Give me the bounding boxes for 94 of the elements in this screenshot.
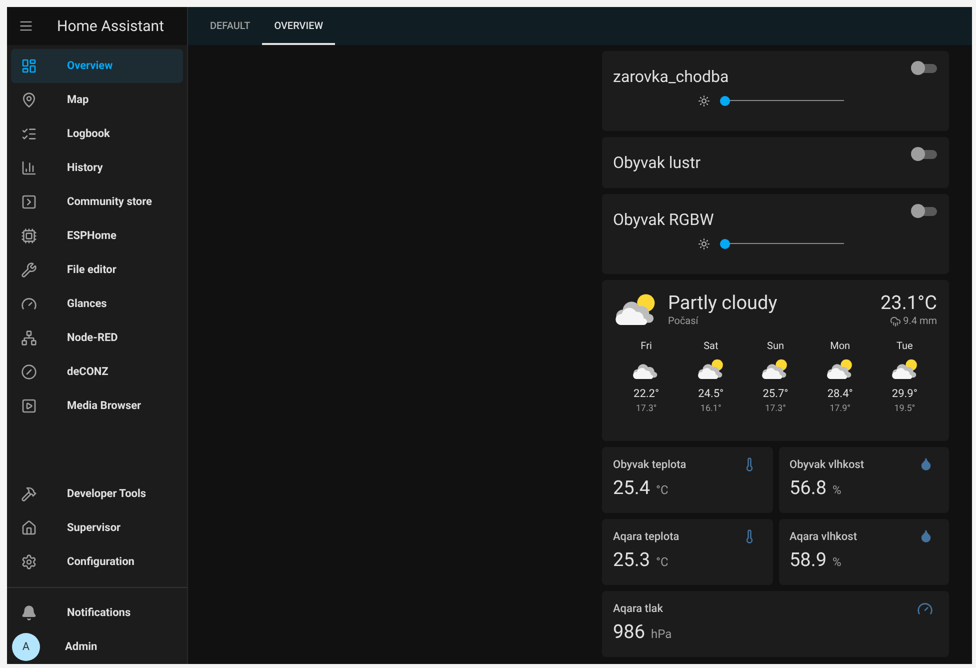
forecast-day: Tue <box>896 339 913 354</box>
sensor-unit: °C <box>656 482 668 498</box>
sidebar-item[interactable]: Node-RED <box>11 321 183 355</box>
droplet-icon <box>919 457 933 471</box>
sensor-name: Obyvak vlhkost <box>790 457 864 473</box>
app-title: Home Assistant <box>57 16 164 37</box>
droplet-icon <box>919 529 933 543</box>
weather-condition: Partly cloudy <box>668 292 778 314</box>
map-pin-icon <box>21 92 37 108</box>
light-name: Obyvak lustr <box>613 152 701 174</box>
weather-name: Počasí <box>668 315 700 329</box>
tab[interactable]: DEFAULT <box>198 7 262 45</box>
weather-temperature: 23.1°C <box>880 292 937 314</box>
brightness-slider[interactable] <box>720 96 844 106</box>
forecast-day: Sun <box>767 339 784 354</box>
sidebar-item[interactable]: History <box>11 151 183 185</box>
sensor-value: 25.3 <box>613 546 650 572</box>
tab[interactable]: OVERVIEW <box>262 7 336 45</box>
toggle-switch[interactable] <box>911 147 937 161</box>
slashed-circle-icon <box>21 364 37 380</box>
sidebar-item[interactable]: ESPHome <box>11 219 183 253</box>
sidebar-item[interactable]: Logbook <box>11 117 183 151</box>
brightness-icon <box>698 95 710 107</box>
network-icon <box>21 330 37 346</box>
sensor-unit: °C <box>656 554 668 570</box>
sensor-value: 58.9 <box>790 546 827 572</box>
brightness-icon <box>698 238 710 250</box>
sensor-name: Aqara tlak <box>613 601 663 617</box>
sun-cloud-icon <box>696 358 725 380</box>
toggle-switch[interactable] <box>911 61 937 75</box>
sidebar-item[interactable]: Supervisor <box>11 511 183 545</box>
sensor-card[interactable]: Aqara teplota 25.3 °C <box>602 519 772 585</box>
sensor-card[interactable]: Aqara tlak 986 hPa <box>602 591 949 657</box>
light-name: Obyvak RGBW <box>613 209 714 231</box>
sensor-name: Aqara teplota <box>613 529 680 545</box>
forecast-high: 22.2° <box>634 386 660 402</box>
hammer-icon <box>21 486 37 502</box>
sun-cloud-icon <box>761 358 790 380</box>
forecast-high: 24.5° <box>698 386 724 402</box>
sun-cloud-icon <box>890 358 919 380</box>
light-name: zarovka_chodba <box>613 66 729 88</box>
play-square-icon <box>21 398 37 414</box>
sidebar-item[interactable]: Configuration <box>11 545 183 579</box>
menu-icon[interactable] <box>19 19 33 33</box>
precipitation: 9.4 mm <box>903 315 937 329</box>
sensor-card[interactable]: Obyvak teplota 25.4 °C <box>602 447 772 513</box>
bell-icon <box>21 605 37 621</box>
user-name: Admin <box>65 638 98 655</box>
house-icon <box>21 520 37 536</box>
forecast-low: 19.5° <box>894 402 916 416</box>
sensor-value: 25.4 <box>613 474 650 500</box>
sidebar-item[interactable]: File editor <box>11 253 183 287</box>
list-icon <box>21 126 37 142</box>
sensor-name: Aqara vlhkost <box>790 529 857 545</box>
sun-cloud-icon <box>826 358 854 380</box>
sidebar-item[interactable]: Media Browser <box>11 389 183 423</box>
gauge-icon <box>917 601 933 617</box>
sensor-unit: hPa <box>651 626 672 642</box>
sensor-card[interactable]: Obyvak vlhkost 56.8 % <box>778 447 949 513</box>
forecast-low: 17.3° <box>636 402 657 416</box>
forecast-day: Sat <box>704 339 718 354</box>
sensor-value: 56.8 <box>790 474 827 500</box>
wrench-icon <box>21 262 37 278</box>
forecast-low: 17.9° <box>830 402 851 416</box>
settings-icon <box>21 554 37 570</box>
sidebar-item[interactable]: Overview <box>11 49 183 83</box>
user-avatar: A <box>12 633 40 661</box>
bar-chart-icon <box>21 160 37 176</box>
dashboard-icon <box>21 58 37 74</box>
forecast-high: 29.9° <box>892 386 918 402</box>
gauge-icon <box>21 296 37 312</box>
chip-icon <box>21 228 37 244</box>
sidebar-item[interactable]: deCONZ <box>11 355 183 389</box>
user-item[interactable]: A Admin <box>11 630 183 664</box>
sensor-unit: % <box>832 482 842 498</box>
rain-cloud-icon <box>890 316 902 327</box>
square-icon <box>21 194 37 210</box>
sensor-unit: % <box>832 554 842 570</box>
forecast-day: Mon <box>830 339 850 354</box>
toggle-switch[interactable] <box>911 204 937 218</box>
sidebar-item[interactable]: Developer Tools <box>11 477 183 511</box>
sensor-value: 986 <box>613 618 646 644</box>
notifications-item[interactable]: Notifications <box>11 596 183 630</box>
sidebar-item[interactable]: Community store <box>11 185 183 219</box>
sensor-card[interactable]: Aqara vlhkost 58.9 % <box>778 519 949 585</box>
sidebar-item[interactable]: Map <box>11 83 183 117</box>
brightness-slider[interactable] <box>720 239 844 249</box>
forecast-low: 16.1° <box>700 402 722 416</box>
forecast-high: 28.4° <box>827 386 853 402</box>
sensor-name: Obyvak teplota <box>613 457 686 473</box>
forecast-low: 17.3° <box>765 402 786 416</box>
forecast-high: 25.7° <box>762 386 788 402</box>
sidebar-item[interactable]: Glances <box>11 287 183 321</box>
forecast-day: Fri <box>640 339 652 354</box>
